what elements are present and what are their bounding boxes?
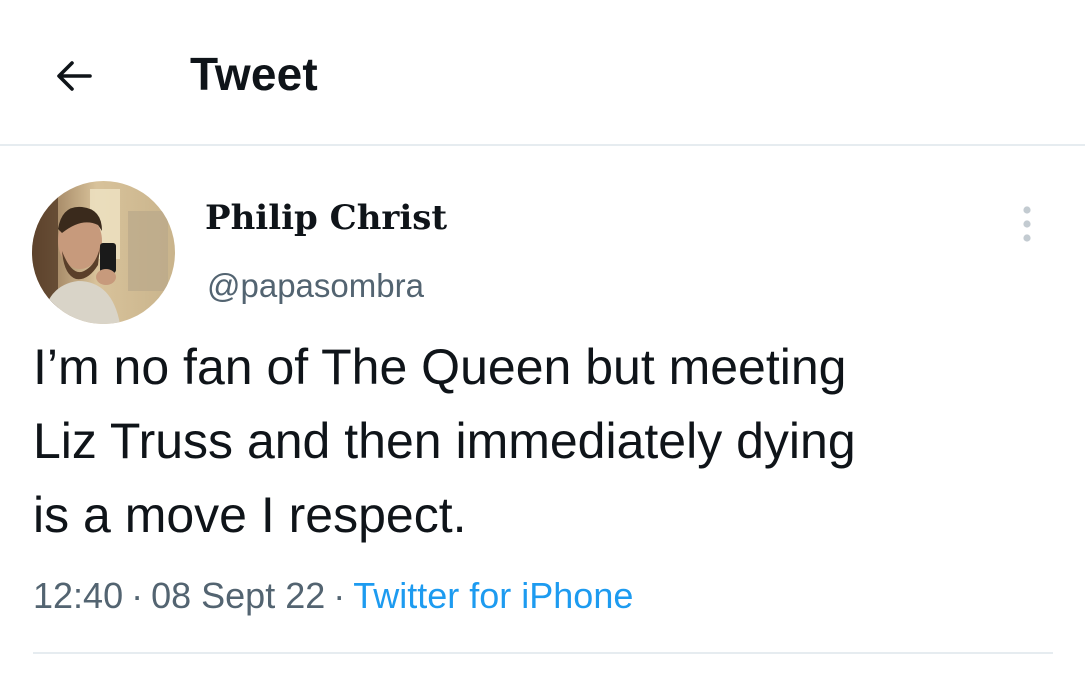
tweet-source-link[interactable]: Twitter for iPhone [353, 575, 633, 616]
back-button[interactable] [48, 50, 100, 102]
page-title: Tweet [190, 48, 318, 100]
arrow-left-icon [57, 61, 92, 91]
tweet-date[interactable]: 08 Sept 22 [151, 575, 325, 616]
tweet-time[interactable]: 12:40 [33, 575, 123, 616]
tweet-text-line: I’m no fan of The Queen but meeting [33, 339, 847, 395]
tweet-metadata: 12:40 · 08 Sept 22 · Twitter for iPhone [33, 574, 633, 618]
more-vertical-icon [1023, 206, 1031, 242]
separator-dot: · [131, 575, 144, 616]
divider [33, 652, 1053, 654]
separator-dot: · [333, 575, 346, 616]
author-display-name[interactable]: Philip Christ [205, 196, 447, 240]
tweet-text: I’m no fan of The Queen but meeting Liz … [33, 330, 1043, 552]
profile-photo [32, 181, 175, 324]
avatar[interactable] [32, 181, 175, 324]
author-handle[interactable]: @papasombra [207, 266, 424, 306]
top-bar: Tweet [0, 0, 1085, 146]
tweet-text-line: is a move I respect. [33, 487, 467, 543]
more-options-button[interactable] [1012, 202, 1042, 246]
tweet-text-line: Liz Truss and then immediately dying [33, 413, 856, 469]
